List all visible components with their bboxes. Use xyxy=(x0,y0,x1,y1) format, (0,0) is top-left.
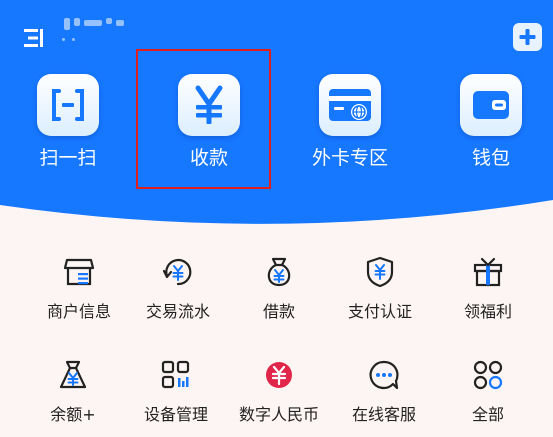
transaction-flow-icon xyxy=(160,254,196,290)
quick-action-label: 外卡专区 xyxy=(311,147,388,169)
service-digital-rmb[interactable]: 数字人民币 xyxy=(224,357,334,437)
money-bag-icon xyxy=(55,357,91,393)
service-all[interactable]: 全部 xyxy=(433,357,543,437)
service-label: 领福利 xyxy=(463,302,512,321)
digital-rmb-icon xyxy=(261,357,297,393)
service-label: 借款 xyxy=(262,302,295,321)
service-label: 在线客服 xyxy=(351,405,416,424)
loan-bag-icon xyxy=(261,254,297,290)
service-transaction-flow[interactable]: 交易流水 xyxy=(123,254,233,334)
plus-icon xyxy=(519,29,536,45)
service-label: 余额+ xyxy=(50,405,96,424)
customer-service-icon xyxy=(366,357,402,393)
service-label: 数字人民币 xyxy=(238,405,319,424)
service-label: 交易流水 xyxy=(145,302,210,321)
device-grid-icon xyxy=(158,357,194,393)
service-payment-verification[interactable]: 支付认证 xyxy=(325,254,435,334)
service-label: 设备管理 xyxy=(143,405,208,424)
add-button[interactable] xyxy=(513,23,542,51)
foreign-card-icon xyxy=(319,74,381,136)
service-device-management[interactable]: 设备管理 xyxy=(121,357,231,437)
service-balance-plus[interactable]: 余额+ xyxy=(18,357,128,437)
service-label: 商户信息 xyxy=(46,302,111,321)
quick-action-label: 扫一扫 xyxy=(39,147,97,169)
gift-icon xyxy=(470,254,506,290)
quick-action-foreign-card[interactable]: 外卡专区 xyxy=(290,74,410,174)
quick-action-scan[interactable]: 扫一扫 xyxy=(8,74,128,174)
service-loan[interactable]: 借款 xyxy=(224,254,334,334)
service-merchant-info[interactable]: 商户信息 xyxy=(24,254,134,334)
menu-icon[interactable] xyxy=(22,26,46,50)
merchant-icon xyxy=(61,254,97,290)
scan-icon xyxy=(37,74,99,136)
service-label: 全部 xyxy=(471,405,504,424)
header-banner: 扫一扫 收款 外卡专区 钱包 xyxy=(0,0,553,240)
wallet-icon xyxy=(460,74,522,136)
service-label: 支付认证 xyxy=(347,302,412,321)
quick-action-wallet[interactable]: 钱包 xyxy=(431,74,551,174)
all-apps-icon xyxy=(470,357,506,393)
selection-highlight xyxy=(136,49,271,189)
merchant-name-blurred xyxy=(62,16,126,44)
service-online-support[interactable]: 在线客服 xyxy=(329,357,439,437)
service-claim-benefits[interactable]: 领福利 xyxy=(433,254,543,334)
quick-action-label: 钱包 xyxy=(471,147,510,169)
shield-yuan-icon xyxy=(362,254,398,290)
